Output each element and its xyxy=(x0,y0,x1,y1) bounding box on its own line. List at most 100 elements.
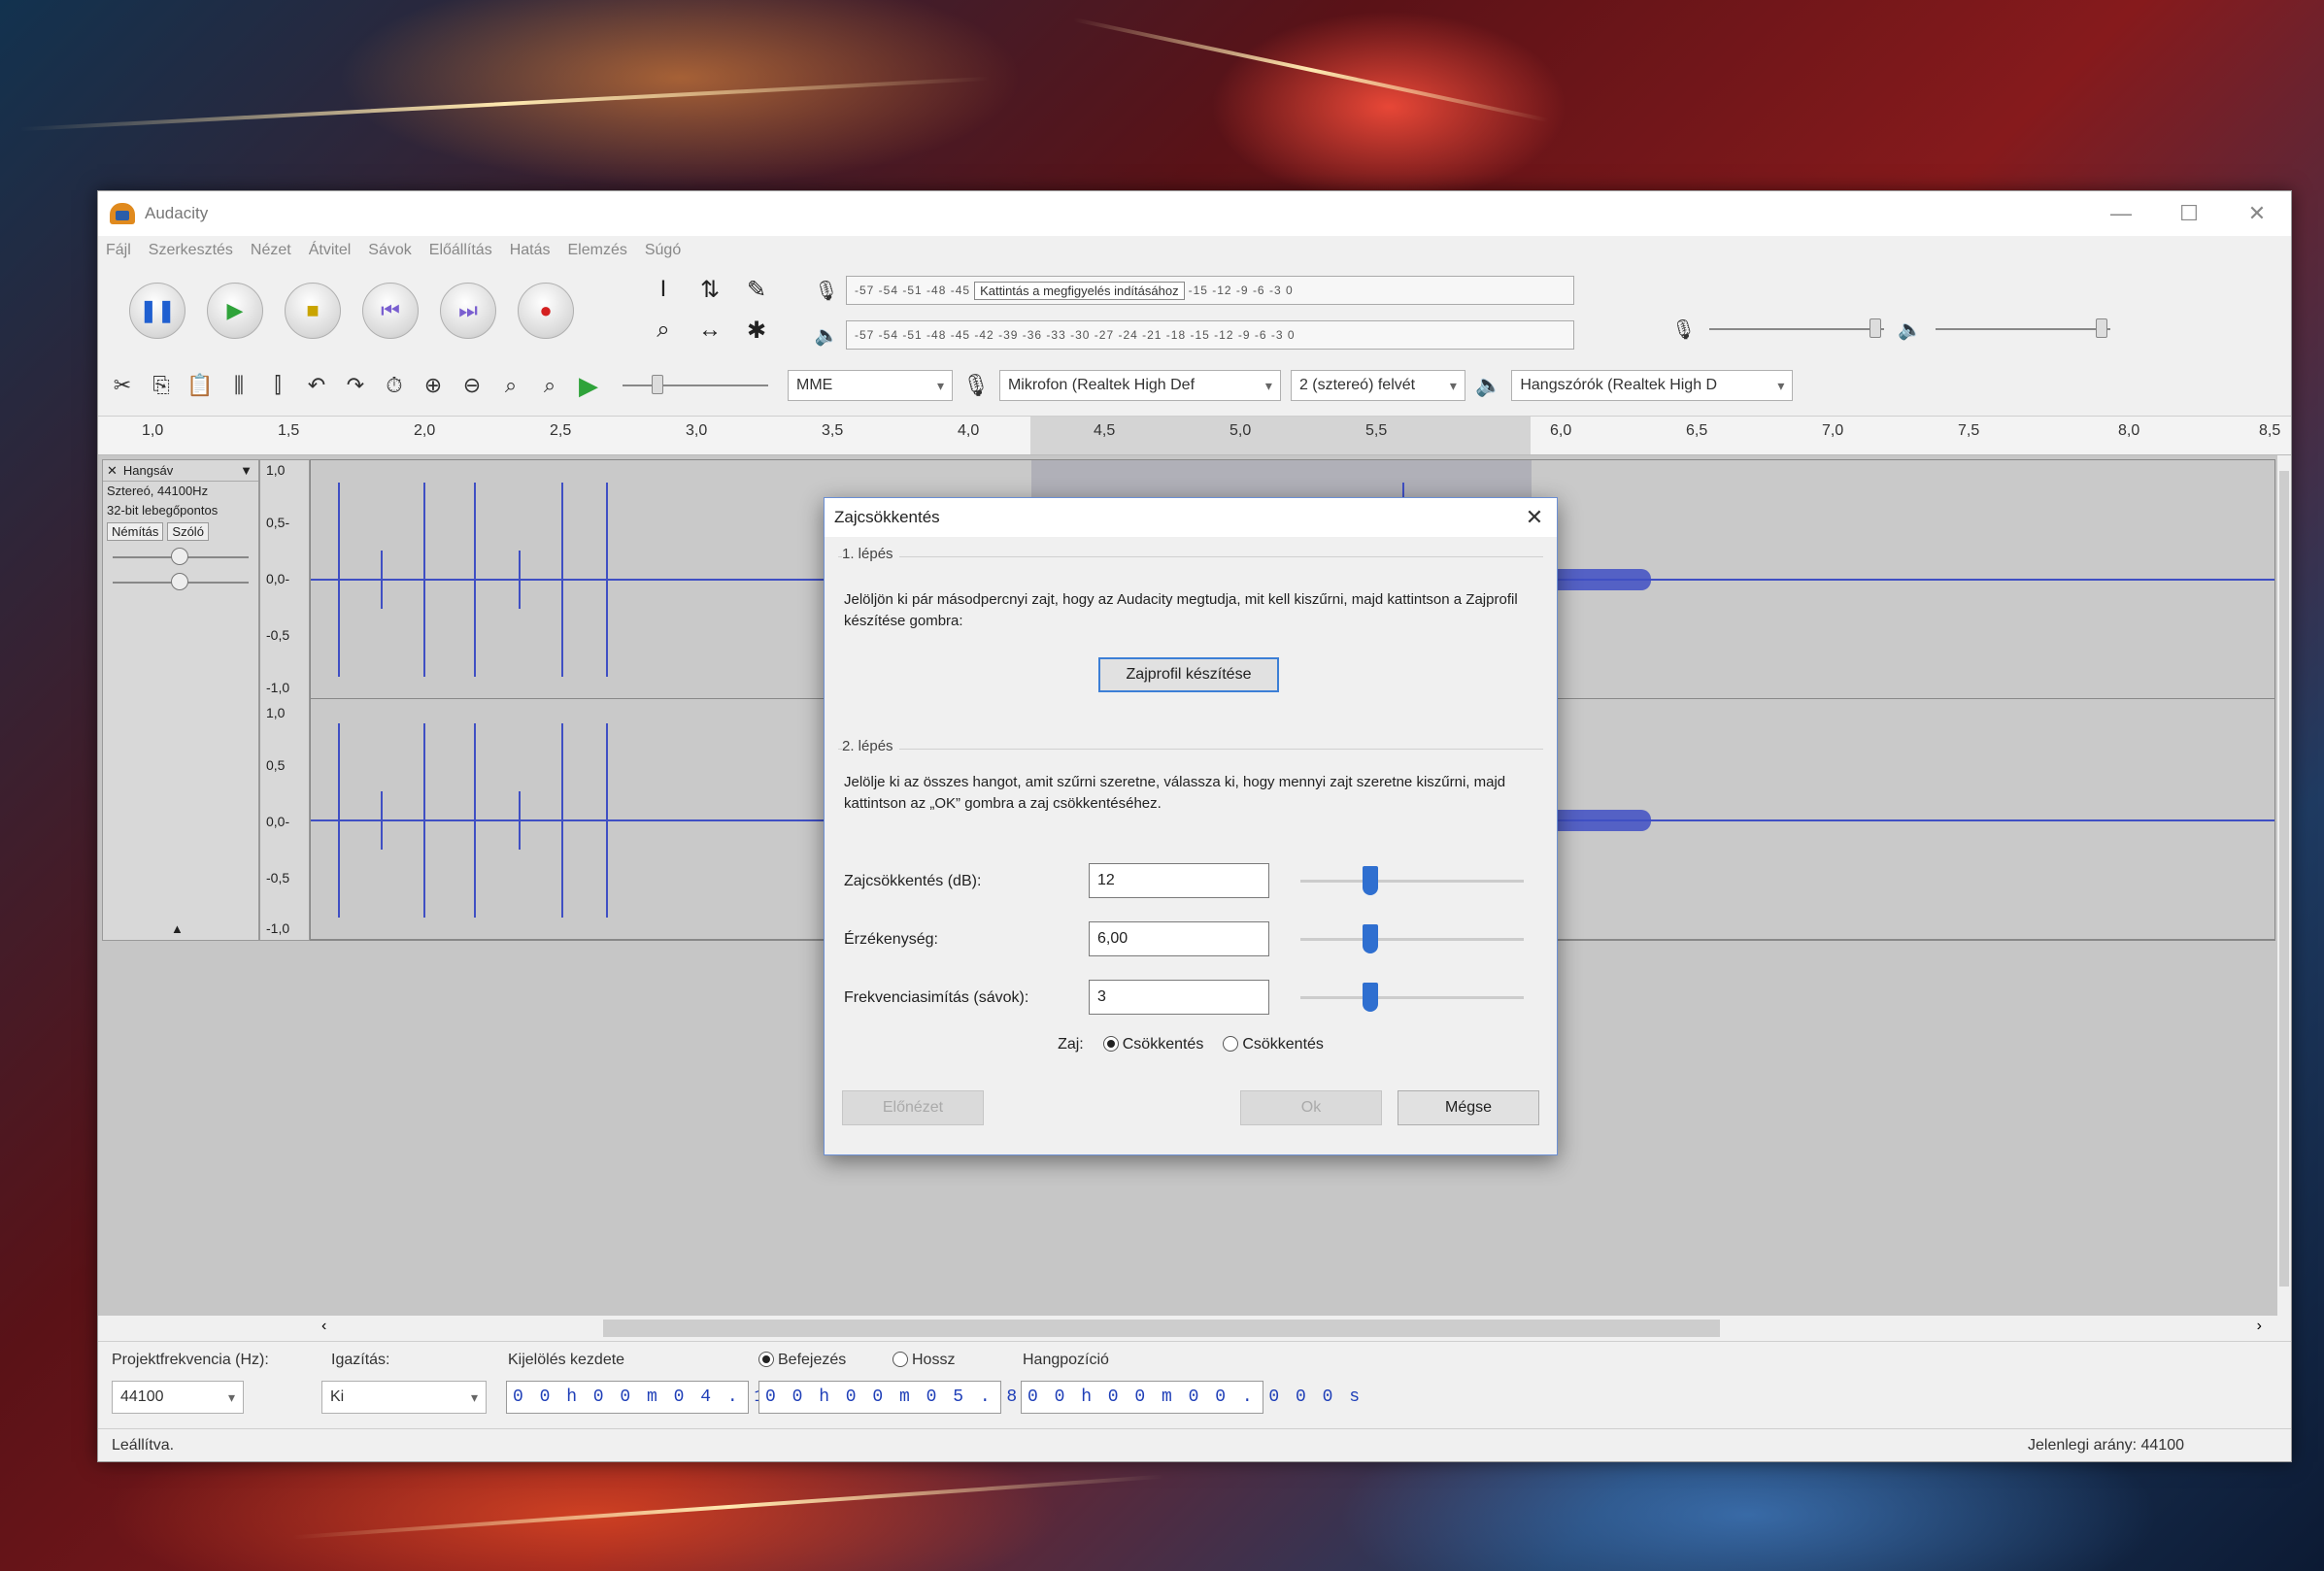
scale-label: 0,0- xyxy=(266,814,290,829)
stop-button[interactable]: ■ xyxy=(285,283,341,339)
redo-icon[interactable]: ↷ xyxy=(341,373,370,398)
play-button[interactable]: ▶ xyxy=(207,283,263,339)
ok-button[interactable]: Ok xyxy=(1240,1090,1382,1125)
selection-start-time[interactable]: 0 0 h 0 0 m 0 4 . 1 1 0 s xyxy=(506,1381,845,1414)
chevron-down-icon: ▾ xyxy=(227,1388,235,1405)
close-button[interactable]: ✕ xyxy=(2223,191,2291,236)
recording-volume-slider[interactable] xyxy=(1709,318,1885,338)
sensitivity-input[interactable]: 6,00 xyxy=(1089,921,1269,956)
play-speed-slider[interactable] xyxy=(623,375,768,394)
end-radio[interactable] xyxy=(758,1352,774,1367)
minimize-button[interactable]: — xyxy=(2087,191,2155,236)
project-rate-value: 44100 xyxy=(120,1388,164,1405)
solo-button[interactable]: Szóló xyxy=(167,522,209,541)
length-radio[interactable] xyxy=(893,1352,908,1367)
record-meter[interactable]: -57 -54 -51 -48 -45 Kattintás a megfigye… xyxy=(846,276,1574,305)
preview-button[interactable]: Előnézet xyxy=(842,1090,984,1125)
timeline-ruler[interactable]: 1,0 1,5 2,0 2,5 3,0 3,5 4,0 4,5 5,0 5,5 … xyxy=(98,417,2291,455)
envelope-tool-icon[interactable]: ⇅ xyxy=(689,271,731,308)
track-name-menu[interactable]: Hangsáv xyxy=(123,463,173,478)
menu-help[interactable]: Súgó xyxy=(645,242,681,259)
cancel-button[interactable]: Mégse xyxy=(1398,1090,1539,1125)
skip-to-start-button[interactable]: ⏮ xyxy=(362,283,419,339)
gain-thumb[interactable] xyxy=(171,548,188,565)
vertical-scrollbar[interactable] xyxy=(2277,455,2291,1316)
time-shift-tool-icon[interactable]: ↔ xyxy=(689,312,731,349)
playback-volume-slider[interactable] xyxy=(1936,318,2111,338)
play-at-speed-icon[interactable]: ▶ xyxy=(574,371,603,401)
gain-slider[interactable] xyxy=(113,548,249,565)
menu-edit[interactable]: Szerkesztés xyxy=(149,242,233,259)
noise-residue-radio[interactable] xyxy=(1223,1036,1239,1052)
ruler-tick: 1,0 xyxy=(142,422,164,439)
project-rate-select[interactable]: 44100 ▾ xyxy=(112,1381,244,1414)
noise-reduction-input[interactable]: 12 xyxy=(1089,863,1269,898)
recording-volume-thumb[interactable] xyxy=(1869,318,1882,338)
pan-slider[interactable] xyxy=(113,573,249,590)
sync-lock-icon[interactable]: ⏱ xyxy=(380,373,409,398)
pause-button[interactable]: ❚❚ xyxy=(129,283,185,339)
zoom-tool-icon[interactable]: ⌕ xyxy=(642,312,685,349)
microphone-icon[interactable]: 🎙 xyxy=(807,279,846,303)
horizontal-scroll-thumb[interactable] xyxy=(603,1320,1720,1337)
noise-reduction-thumb[interactable] xyxy=(1363,866,1379,895)
scroll-left-icon[interactable]: ‹ xyxy=(321,1318,326,1335)
maximize-button[interactable]: ☐ xyxy=(2155,191,2223,236)
dialog-close-icon[interactable]: ✕ xyxy=(1512,505,1557,530)
skip-to-end-button[interactable]: ⏭ xyxy=(440,283,496,339)
frequency-smoothing-thumb[interactable] xyxy=(1363,983,1379,1012)
horizontal-scrollbar[interactable]: ‹ › xyxy=(98,1316,2291,1341)
frequency-smoothing-input[interactable]: 3 xyxy=(1089,980,1269,1015)
zoom-out-icon[interactable]: ⊖ xyxy=(457,373,487,398)
track-close-icon[interactable]: ✕ xyxy=(107,463,118,479)
draw-tool-icon[interactable]: ✎ xyxy=(735,271,778,308)
menu-view[interactable]: Nézet xyxy=(251,242,291,259)
menu-analyze[interactable]: Elemzés xyxy=(567,242,626,259)
waveform-peak xyxy=(561,483,563,677)
zoom-in-icon[interactable]: ⊕ xyxy=(419,373,448,398)
sensitivity-slider[interactable] xyxy=(1300,924,1524,953)
multi-tool-icon[interactable]: ✱ xyxy=(735,312,778,349)
get-noise-profile-button[interactable]: Zajprofil készítése xyxy=(1098,657,1279,692)
scroll-right-icon[interactable]: › xyxy=(2257,1318,2262,1335)
audio-host-select[interactable]: MME ▾ xyxy=(788,370,953,401)
copy-icon[interactable]: ⎘ xyxy=(147,373,176,398)
pan-thumb[interactable] xyxy=(171,573,188,590)
undo-icon[interactable]: ↶ xyxy=(302,373,331,398)
recording-channels-select[interactable]: 2 (sztereó) felvét ▾ xyxy=(1290,370,1465,401)
speaker-icon[interactable]: 🔈 xyxy=(807,323,846,348)
paste-icon[interactable]: 📋 xyxy=(185,373,215,398)
collapse-track-icon[interactable]: ▲ xyxy=(171,921,184,936)
playback-volume-thumb[interactable] xyxy=(2096,318,2108,338)
trim-icon[interactable]: ⫼ xyxy=(224,373,253,398)
scale-label: -1,0 xyxy=(266,920,290,936)
record-meter-hint: Kattintás a megfigyelés indításához xyxy=(974,281,1185,300)
snap-select[interactable]: Ki ▾ xyxy=(321,1381,487,1414)
frequency-smoothing-slider[interactable] xyxy=(1300,983,1524,1012)
menu-transport[interactable]: Átvitel xyxy=(309,242,352,259)
mute-button[interactable]: Némítás xyxy=(107,522,164,541)
cut-icon[interactable]: ✂ xyxy=(108,373,137,398)
fit-project-icon[interactable]: ⌕ xyxy=(535,373,564,398)
menu-file[interactable]: Fájl xyxy=(106,242,131,259)
menu-tracks[interactable]: Sávok xyxy=(368,242,411,259)
vertical-scroll-thumb[interactable] xyxy=(2279,471,2289,1287)
menu-effect[interactable]: Hatás xyxy=(510,242,551,259)
recording-device-select[interactable]: Mikrofon (Realtek High Def ▾ xyxy=(998,370,1281,401)
sensitivity-thumb[interactable] xyxy=(1363,924,1379,953)
playback-device-select[interactable]: Hangszórók (Realtek High D ▾ xyxy=(1511,370,1794,401)
selection-end-time[interactable]: 0 0 h 0 0 m 0 5 . 8 9 8 s xyxy=(758,1381,1097,1414)
step1-title: 1. lépés xyxy=(842,546,899,562)
noise-reduce-radio[interactable] xyxy=(1102,1036,1119,1052)
chevron-down-icon[interactable]: ▼ xyxy=(240,463,253,478)
scale-label: -0,5 xyxy=(266,870,290,886)
record-button[interactable]: ● xyxy=(518,283,574,339)
play-speed-thumb[interactable] xyxy=(652,375,663,394)
silence-icon[interactable]: ⫿ xyxy=(263,373,292,398)
noise-reduction-slider[interactable] xyxy=(1300,866,1524,895)
audio-position-time[interactable]: 0 0 h 0 0 m 0 0 . 0 0 0 s xyxy=(1021,1381,1360,1414)
playback-meter[interactable]: -57 -54 -51 -48 -45 -42 -39 -36 -33 -30 … xyxy=(846,320,1574,350)
menu-generate[interactable]: Előállítás xyxy=(429,242,492,259)
fit-selection-icon[interactable]: ⌕ xyxy=(496,373,525,398)
selection-tool-icon[interactable]: I xyxy=(642,271,685,308)
